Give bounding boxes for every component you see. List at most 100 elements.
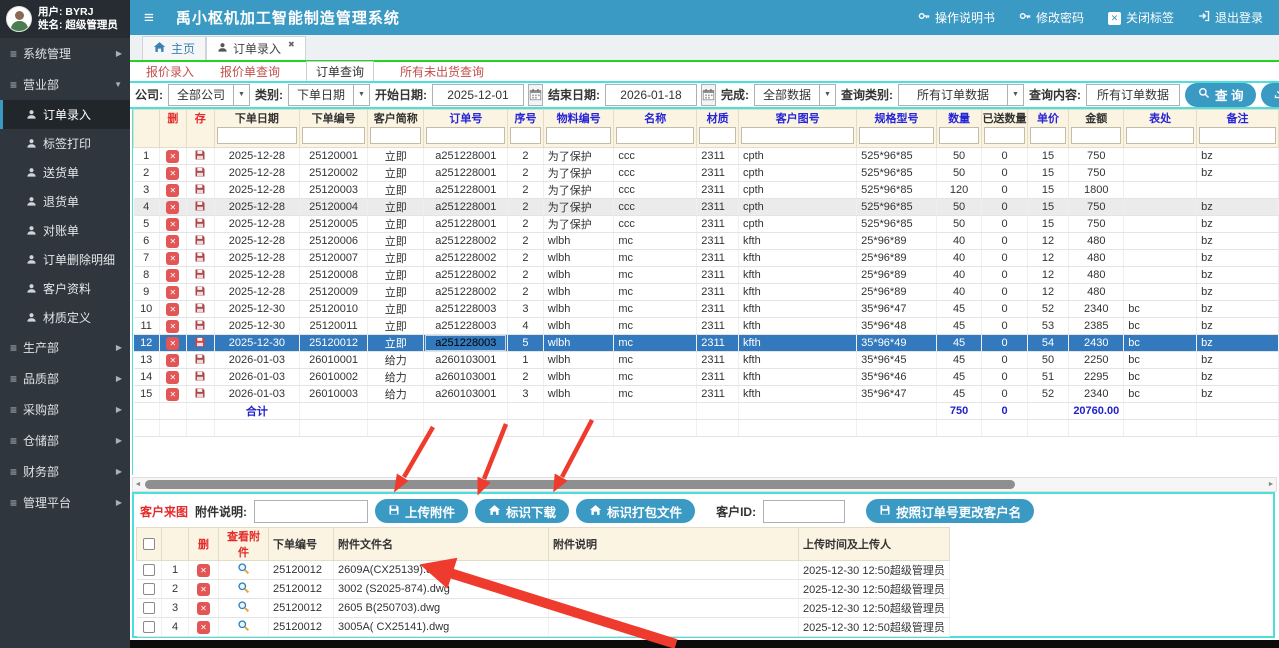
order-cell-8-15[interactable]: 12 [1027,267,1069,284]
attachment-row-3[interactable]: 3✕251200122605 B(250703).dwg2025-12-30 1… [137,599,950,618]
order-cell-2-17[interactable] [1124,165,1197,182]
orders-col-header-13[interactable]: 数量 [936,110,982,148]
customer-id-input[interactable] [763,500,845,523]
top-action-2[interactable]: ✕关闭标签 [1108,9,1174,26]
order-cell-4-18[interactable]: bz [1197,199,1279,216]
order-cell-5-16[interactable]: 750 [1069,216,1124,233]
order-cell-1-18[interactable]: bz [1197,148,1279,165]
order-cell-5-4[interactable]: 25120005 [300,216,368,233]
orders-col-header-3[interactable]: 下单日期 [214,110,300,148]
order-cell-13-10[interactable]: 2311 [697,352,739,369]
orders-col-filter-11[interactable] [741,127,854,144]
sidebar-subitem-1-0[interactable]: 订单录入 [0,100,130,129]
order-cell-13-16[interactable]: 2250 [1069,352,1124,369]
order-cell-7-14[interactable]: 0 [982,250,1027,267]
subtab-order-query[interactable]: 订单查询 [306,61,374,82]
order-cell-11-6[interactable]: a251228003 [424,318,508,335]
save-row-icon[interactable] [194,200,206,212]
order-cell-12-15[interactable]: 54 [1027,335,1069,352]
order-cell-6-11[interactable]: kfth [739,233,857,250]
order-cell-8-5[interactable]: 立即 [367,267,423,284]
order-cell-8-8[interactable]: wlbh [543,267,614,284]
order-cell-4-9[interactable]: ccc [614,199,697,216]
orders-col-header-10[interactable]: 材质 [697,110,739,148]
order-cell-10-11[interactable]: kfth [739,301,857,318]
order-cell-10-13[interactable]: 45 [936,301,982,318]
order-cell-7-10[interactable]: 2311 [697,250,739,267]
order-cell-6-3[interactable]: 2025-12-28 [214,233,300,250]
delete-row-icon[interactable]: ✕ [166,269,179,282]
sidebar-subitem-1-3[interactable]: 退货单 [0,187,130,216]
orders-col-header-14[interactable]: 已送数量 [982,110,1027,148]
orders-col-filter-14[interactable] [984,127,1024,144]
sidebar-item-6[interactable]: ≡财务部▶ [0,456,130,487]
order-cell-9-16[interactable]: 480 [1069,284,1124,301]
scroll-left-icon[interactable]: ◄ [133,481,143,488]
subtab-quote-entry[interactable]: 报价录入 [146,63,194,80]
sidebar-subitem-1-1[interactable]: 标签打印 [0,129,130,158]
delete-row-icon[interactable]: ✕ [166,388,179,401]
order-cell-6-10[interactable]: 2311 [697,233,739,250]
order-cell-7-6[interactable]: a251228002 [424,250,508,267]
order-cell-3-9[interactable]: ccc [614,182,697,199]
save-row-icon[interactable] [194,353,206,365]
orders-col-header-17[interactable]: 表处 [1124,110,1197,148]
order-cell-8-17[interactable] [1124,267,1197,284]
order-cell-10-10[interactable]: 2311 [697,301,739,318]
order-cell-2-10[interactable]: 2311 [697,165,739,182]
order-cell-7-4[interactable]: 25120007 [300,250,368,267]
order-cell-10-16[interactable]: 2340 [1069,301,1124,318]
order-cell-7-8[interactable]: wlbh [543,250,614,267]
save-row-icon[interactable] [194,319,206,331]
order-cell-11-10[interactable]: 2311 [697,318,739,335]
order-cell-3-4[interactable]: 25120003 [300,182,368,199]
order-cell-12-14[interactable]: 0 [982,335,1027,352]
order-cell-1-4[interactable]: 25120001 [300,148,368,165]
order-cell-2-13[interactable]: 50 [936,165,982,182]
order-cell-1-5[interactable]: 立即 [367,148,423,165]
order-cell-12-10[interactable]: 2311 [697,335,739,352]
order-cell-14-18[interactable]: bz [1197,369,1279,386]
order-cell-9-4[interactable]: 25120009 [300,284,368,301]
order-cell-6-18[interactable]: bz [1197,233,1279,250]
order-cell-11-11[interactable]: kfth [739,318,857,335]
order-cell-11-8[interactable]: wlbh [543,318,614,335]
order-cell-1-14[interactable]: 0 [982,148,1027,165]
order-cell-12-6[interactable]: a251228003 [424,335,508,352]
order-cell-2-9[interactable]: ccc [614,165,697,182]
order-cell-4-11[interactable]: cpth [739,199,857,216]
order-cell-8-4[interactable]: 25120008 [300,267,368,284]
orders-col-filter-6[interactable] [426,127,505,144]
orders-col-header-15[interactable]: 单价 [1027,110,1069,148]
order-cell-5-7[interactable]: 2 [508,216,544,233]
order-cell-5-18[interactable]: bz [1197,216,1279,233]
order-cell-14-4[interactable]: 26010002 [300,369,368,386]
order-cell-4-16[interactable]: 750 [1069,199,1124,216]
order-cell-3-13[interactable]: 120 [936,182,982,199]
order-cell-14-6[interactable]: a260103001 [424,369,508,386]
order-cell-14-3[interactable]: 2026-01-03 [214,369,300,386]
order-cell-4-3[interactable]: 2025-12-28 [214,199,300,216]
attachment-note-input[interactable] [254,500,368,523]
order-cell-4-4[interactable]: 25120004 [300,199,368,216]
sidebar-subitem-1-6[interactable]: 客户资料 [0,274,130,303]
order-cell-7-7[interactable]: 2 [508,250,544,267]
save-row-icon[interactable] [194,387,206,399]
delete-row-icon[interactable]: ✕ [166,320,179,333]
delete-row-icon[interactable]: ✕ [166,167,179,180]
tab-home[interactable]: 主页 [142,36,206,60]
order-cell-13-8[interactable]: wlbh [543,352,614,369]
order-cell-14-16[interactable]: 2295 [1069,369,1124,386]
order-cell-1-11[interactable]: cpth [739,148,857,165]
order-cell-6-7[interactable]: 2 [508,233,544,250]
order-cell-12-7[interactable]: 5 [508,335,544,352]
orders-col-header-5[interactable]: 客户简称 [367,110,423,148]
order-cell-4-14[interactable]: 0 [982,199,1027,216]
order-cell-4-8[interactable]: 为了保护 [543,199,614,216]
attachment-checkbox[interactable] [143,583,155,595]
order-cell-13-13[interactable]: 45 [936,352,982,369]
save-row-icon[interactable] [194,166,206,178]
order-cell-2-18[interactable]: bz [1197,165,1279,182]
order-cell-1-9[interactable]: ccc [614,148,697,165]
order-cell-5-3[interactable]: 2025-12-28 [214,216,300,233]
